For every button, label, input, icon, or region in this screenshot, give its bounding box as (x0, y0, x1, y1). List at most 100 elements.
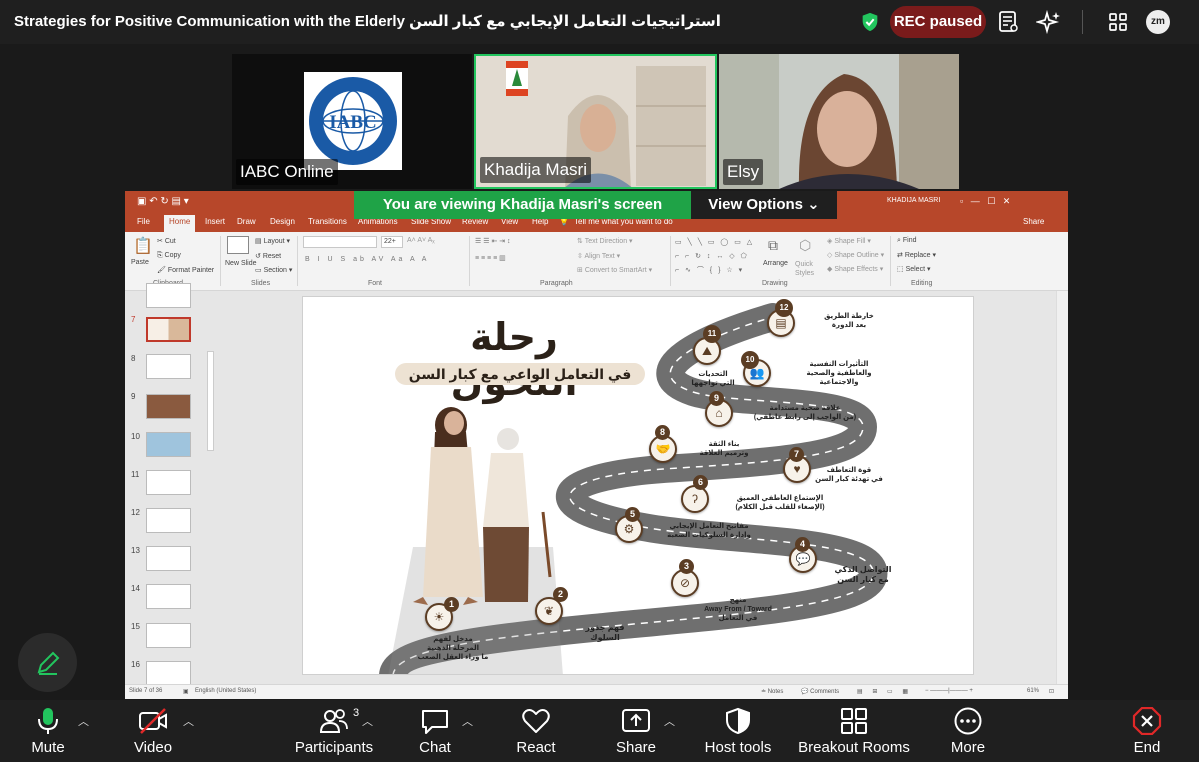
summary-document-icon[interactable] (995, 9, 1021, 35)
font-size-box[interactable]: 22+ (381, 236, 403, 248)
align-text-button[interactable]: Align Text (584, 253, 614, 260)
step-6-label: الإستماع العاطفي العميق (الإصغاء للقلب ق… (735, 495, 825, 511)
participants-options-caret[interactable]: ︿ (362, 713, 373, 729)
paste-button[interactable]: Paste (131, 259, 149, 266)
font-name-box[interactable] (303, 236, 377, 248)
participant-tile-elsy[interactable]: Elsy (719, 54, 959, 189)
step-5-label: مفاتيح التعامل الإيجابي وإدارة السلوكيات… (667, 523, 751, 539)
slide-thumbnail-8[interactable] (146, 354, 191, 379)
zoom-percent[interactable]: 61% (1027, 688, 1039, 694)
mute-options-caret[interactable]: ︿ (78, 713, 89, 729)
format-painter-button[interactable]: Format Painter (168, 267, 214, 274)
select-button[interactable]: Select (906, 266, 925, 273)
slide-thumbnail-9[interactable] (146, 394, 191, 419)
rec-paused-button[interactable]: REC paused (890, 6, 986, 38)
window-controls[interactable]: ▫ — ☐ ✕ (960, 196, 1010, 207)
video-options-caret[interactable]: ︿ (183, 713, 194, 729)
video-button[interactable]: Video (128, 700, 178, 762)
host-tools-button[interactable]: Host tools (700, 700, 776, 762)
slide-thumbnail-10[interactable] (146, 432, 191, 457)
more-button[interactable]: More (946, 700, 990, 762)
participants-button[interactable]: Participants (294, 700, 374, 762)
participant-name: Elsy (723, 159, 764, 185)
canvas-scrollbar[interactable] (1056, 291, 1068, 684)
slide-thumbnail-14[interactable] (146, 584, 191, 609)
convert-smartart-button[interactable]: Convert to SmartArt (585, 267, 647, 274)
mute-button[interactable]: Mute (22, 700, 74, 762)
tab-design[interactable]: Design (270, 217, 295, 226)
shapes-gallery[interactable]: ▭ ╲ ╲ ▭ ◯ ▭ △ ⌐ ⌐ ↻ ↕ ↔ ◇ ⬠ ⌐ ∿ ⌒ { } ☆ ▾ (675, 236, 754, 278)
encryption-shield-icon[interactable] (859, 11, 881, 33)
shape-fill-button[interactable]: Shape Fill (834, 238, 865, 245)
tab-home[interactable]: Home (164, 215, 196, 232)
shape-effects-button[interactable]: Shape Effects (834, 266, 877, 273)
language-status[interactable]: English (United States) (195, 688, 256, 694)
tab-file[interactable]: File (137, 217, 150, 226)
slide-canvas[interactable]: رحلة التحول في التعامل الواعي مع كبار ال… (218, 291, 1068, 684)
accessibility-icon[interactable]: ▣ (183, 688, 189, 695)
shared-screen-powerpoint[interactable]: ▣ ↶ ↻ ▤ ▾ KHADIJA MASRI ▫ — ☐ ✕ File Hom… (125, 191, 1068, 699)
slide-thumbnail-15[interactable] (146, 623, 191, 648)
slide-thumbnail-panel[interactable]: 7 8 9 10 11 12 13 14 15 16 (125, 283, 218, 686)
group-editing: Editing (911, 280, 933, 287)
end-meeting-button[interactable]: End (1126, 700, 1168, 762)
align-buttons[interactable]: ≡ ≡ ≡ ≡ ▥ (475, 254, 506, 262)
annotate-pencil-button[interactable] (18, 633, 77, 692)
react-button[interactable]: React (512, 700, 560, 762)
zoom-slider[interactable]: − ———|——— + (925, 688, 973, 694)
layout-button[interactable]: Layout (264, 238, 285, 245)
zoom-avatar[interactable]: zm (1146, 10, 1170, 34)
chat-options-caret[interactable]: ︿ (462, 713, 473, 729)
viewing-screen-label: You are viewing Khadija Masri's screen (354, 191, 691, 219)
chat-button[interactable]: Chat (412, 700, 458, 762)
slide-thumbnail-12[interactable] (146, 508, 191, 533)
paste-icon[interactable]: 📋 (133, 236, 153, 256)
cut-button[interactable]: Cut (165, 238, 176, 245)
reset-button[interactable]: Reset (263, 253, 281, 260)
participant-tile-iabc[interactable]: IABC IABC Online (232, 54, 472, 189)
new-slide-button[interactable]: New Slide (225, 260, 257, 267)
slide-thumbnail-13[interactable] (146, 546, 191, 571)
arrange-button[interactable]: Arrange (763, 260, 788, 267)
section-button[interactable]: Section (264, 267, 287, 274)
chat-label: Chat (419, 739, 451, 756)
copy-button[interactable]: Copy (165, 252, 181, 259)
current-slide[interactable]: رحلة التحول في التعامل الواعي مع كبار ال… (302, 296, 974, 675)
tab-draw[interactable]: Draw (237, 217, 256, 226)
share-options-caret[interactable]: ︿ (664, 713, 675, 729)
font-grow-shrink-icons[interactable]: A˄ A˅ Aᵪ (407, 237, 435, 244)
arrange-icon[interactable]: ⧉ (768, 237, 778, 254)
slide-number: 7 (131, 315, 136, 324)
step-number: 11 (703, 325, 721, 343)
shape-outline-button[interactable]: Shape Outline (834, 252, 878, 259)
apps-grid-icon[interactable] (1105, 9, 1131, 35)
road-journey-illustration (379, 303, 888, 674)
slide-thumbnail-6[interactable] (146, 283, 191, 308)
participant-tile-khadija-active-speaker[interactable]: Khadija Masri (474, 54, 717, 189)
share-button[interactable]: Share (1023, 217, 1044, 226)
slide-thumbnail-11[interactable] (146, 470, 191, 495)
participant-name: Khadija Masri (480, 157, 591, 183)
breakout-rooms-button[interactable]: Breakout Rooms (798, 700, 910, 762)
text-direction-button[interactable]: Text Direction (585, 238, 627, 245)
view-mode-buttons[interactable]: ▤ ⊞ ▭ ▦ (857, 688, 912, 695)
thumbnail-scrollbar[interactable] (207, 351, 214, 451)
view-options-button[interactable]: View Options ⌄ (691, 191, 837, 219)
ai-companion-sparkle-icon[interactable] (1036, 9, 1062, 35)
list-buttons[interactable]: ☰ ☰ ⇤ ⇥ ↕ (475, 237, 511, 245)
slide-thumbnail-7-selected[interactable] (146, 317, 191, 342)
tab-transitions[interactable]: Transitions (308, 217, 347, 226)
notes-button[interactable]: Notes (768, 689, 784, 695)
tab-insert[interactable]: Insert (205, 217, 225, 226)
quick-access-icons[interactable]: ▣ ↶ ↻ ▤ ▾ (137, 196, 189, 207)
quick-styles-button[interactable]: Quick Styles (795, 260, 823, 278)
comments-button[interactable]: Comments (810, 689, 839, 695)
quick-styles-icon[interactable]: ⬡ (799, 237, 811, 254)
share-screen-button[interactable]: Share (612, 700, 660, 762)
find-button[interactable]: Find (903, 237, 917, 244)
font-style-buttons[interactable]: B I U S ab AV Aa A A (305, 256, 429, 263)
slide-thumbnail-16[interactable] (146, 661, 191, 686)
new-slide-icon[interactable] (227, 236, 249, 254)
fit-slide-icon[interactable]: ⊡ (1049, 688, 1054, 695)
replace-button[interactable]: Replace (905, 252, 931, 259)
